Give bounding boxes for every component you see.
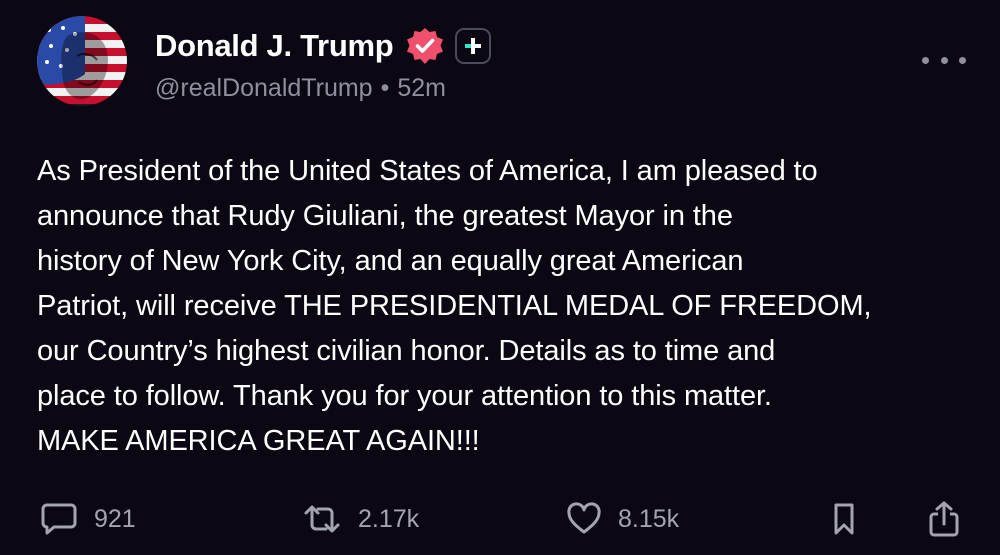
post-text: As President of the United States of Ame…	[37, 155, 872, 457]
more-dot	[959, 56, 966, 64]
post-timestamp[interactable]: 52m	[397, 74, 446, 103]
like-button[interactable]: 8.15k	[566, 498, 679, 540]
heart-icon	[567, 502, 601, 534]
action-bar: 921 2.17k 8.15k	[0, 498, 1000, 540]
bookmark-button[interactable]	[832, 498, 856, 540]
more-dot	[940, 56, 948, 64]
reply-count: 921	[94, 504, 136, 533]
like-count: 8.15k	[618, 504, 680, 533]
reply-button[interactable]: 921	[40, 498, 136, 540]
author-meta: @realDonaldTrump • 52m	[155, 74, 446, 103]
author-handle[interactable]: @realDonaldTrump	[155, 74, 373, 103]
author-display-name[interactable]: Donald J. Trump	[155, 28, 394, 64]
share-icon	[929, 501, 959, 537]
author-header: Donald J. Trump	[155, 26, 492, 66]
post-card: Donald J. Trump @realDonaldTrump • 52m A…	[0, 0, 1000, 555]
more-options-icon[interactable]	[922, 48, 966, 72]
reply-icon	[41, 503, 77, 535]
repost-icon	[304, 505, 340, 533]
plus-badge-icon[interactable]	[455, 28, 492, 64]
repost-button[interactable]: 2.17k	[302, 498, 419, 540]
avatar[interactable]	[37, 16, 127, 106]
flag-portrait-avatar-icon	[37, 16, 127, 106]
bookmark-icon	[834, 503, 854, 535]
repost-count: 2.17k	[358, 504, 420, 533]
more-dot	[922, 56, 929, 64]
share-button[interactable]	[928, 498, 960, 540]
verified-badge-icon	[405, 26, 445, 66]
meta-separator: •	[380, 74, 390, 102]
